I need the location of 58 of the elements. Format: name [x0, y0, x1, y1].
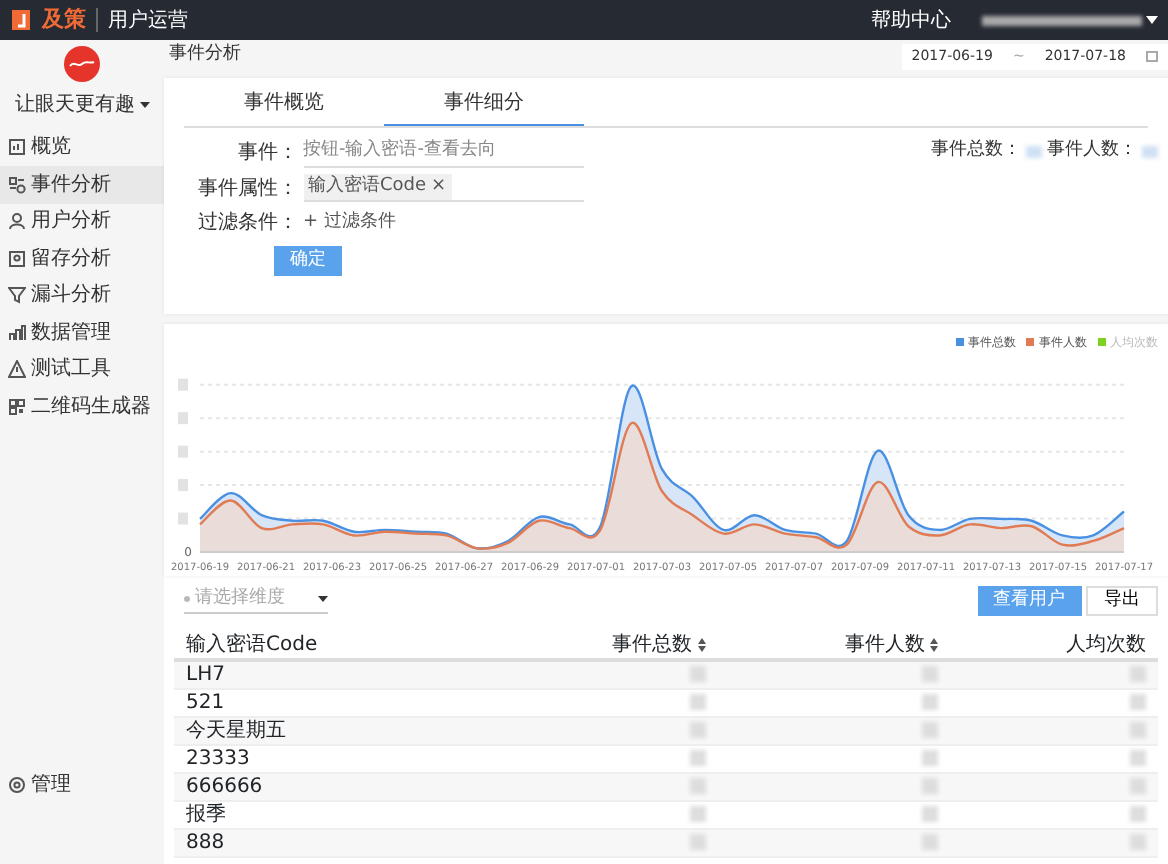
brand-logo-icon — [10, 8, 32, 32]
table-cell: 888 — [174, 829, 484, 857]
sidebar-item[interactable]: 漏斗分析 — [0, 277, 164, 314]
qr-code-icon — [8, 397, 26, 416]
sidebar-item[interactable]: 概览 — [0, 129, 164, 166]
funnel-icon — [8, 286, 26, 305]
column-header[interactable]: 事件人数 — [845, 632, 939, 658]
calendar-icon — [1146, 50, 1158, 62]
table-cell: 666666 — [174, 773, 484, 801]
sidebar-item[interactable]: 留存分析 — [0, 240, 164, 277]
add-filter-link[interactable]: + 过滤条件 — [303, 209, 396, 237]
export-button[interactable]: 导出 — [1086, 585, 1158, 615]
blurred-tick — [178, 377, 188, 390]
user-icon — [8, 212, 26, 231]
caret-icon[interactable] — [139, 102, 150, 108]
blurred-tick — [178, 411, 188, 424]
help-center-link[interactable]: 帮助中心 — [871, 5, 951, 35]
event-users-label: 事件人数： — [1047, 138, 1137, 164]
frame-icon — [8, 249, 26, 268]
sort-icon[interactable] — [697, 638, 706, 652]
blurred-value — [1142, 145, 1158, 158]
sidebar-item[interactable]: 管理 — [0, 767, 164, 804]
filter-label: 过滤条件： — [196, 209, 298, 238]
brand-name: 及策 — [42, 3, 86, 36]
sidebar-item[interactable]: 测试工具 — [0, 351, 164, 388]
product-title: 用户运营 — [108, 7, 188, 35]
sidebar-item[interactable]: 数据管理 — [0, 314, 164, 351]
remove-tag-button[interactable]: × — [431, 173, 447, 201]
caret-icon[interactable] — [1146, 16, 1158, 24]
blurred-value — [1026, 145, 1042, 158]
caret-icon — [318, 596, 328, 602]
sidebar-item[interactable]: 二维码生成器 — [0, 388, 164, 425]
blurred-tick — [178, 511, 188, 524]
sort-icon[interactable] — [930, 638, 939, 652]
column-header: 人均次数 — [1066, 632, 1146, 658]
breadcrumb-text: 事件分析 — [167, 42, 241, 69]
settings-icon — [8, 776, 26, 795]
total-events-label: 事件总数： — [931, 138, 1021, 164]
bar-chart-icon — [8, 323, 26, 342]
attribute-label: 事件属性： — [196, 175, 298, 203]
table-cell: 今天星期五 — [174, 717, 484, 745]
company-logo-icon — [64, 45, 100, 81]
blurred-tick — [178, 444, 188, 457]
sidebar-item[interactable]: 用户分析 — [0, 203, 164, 240]
company-name: 让眼天更有趣 — [14, 91, 135, 120]
tab[interactable]: 事件概览 — [184, 82, 384, 126]
table-cell: LH7 — [174, 660, 484, 689]
tab[interactable]: 事件细分 — [384, 82, 584, 126]
blurred-tick — [178, 478, 188, 491]
chart-icon — [8, 138, 26, 157]
sidebar-item[interactable]: 事件分析 — [0, 166, 164, 203]
event-field[interactable]: 按钮-输入密语-查看去向 — [303, 138, 583, 168]
event-label: 事件： — [236, 139, 298, 168]
column-header[interactable]: 事件总数 — [612, 632, 706, 658]
shapes-icon — [8, 175, 26, 194]
attribute-tag[interactable]: 输入密语Code × — [303, 173, 452, 201]
warning-icon — [8, 360, 26, 379]
column-header: 输入密语Code — [186, 632, 318, 658]
